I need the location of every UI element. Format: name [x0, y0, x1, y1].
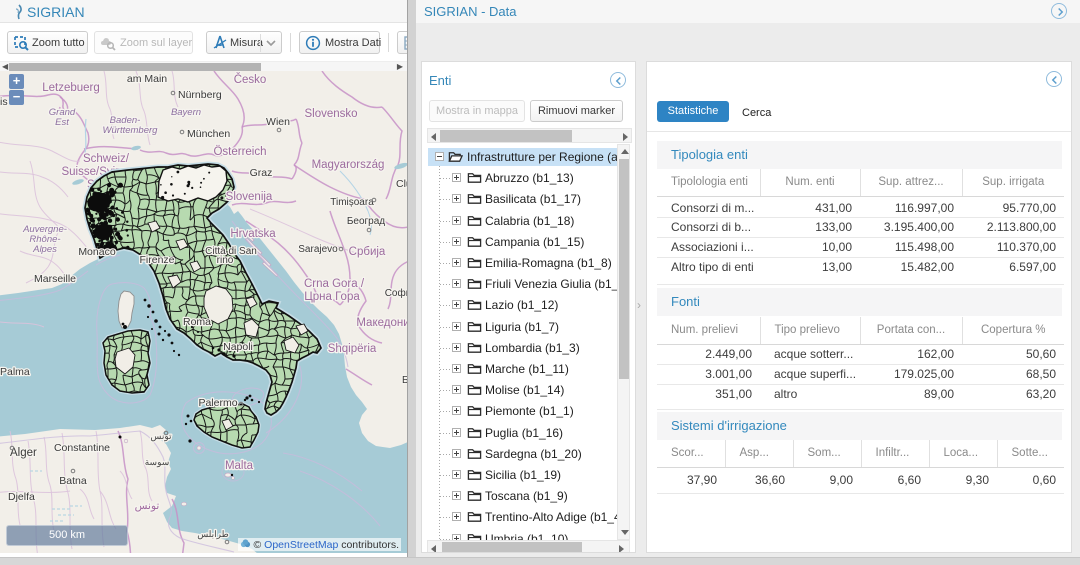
svg-text:rino: rino: [217, 255, 234, 266]
svg-text:Malta: Malta: [225, 460, 254, 472]
svg-text:Wien: Wien: [266, 116, 290, 128]
svg-text:Česko: Česko: [234, 73, 267, 86]
svg-text:Hrvatska: Hrvatska: [230, 228, 276, 240]
svg-text:Cluj-N: Cluj-N: [396, 178, 407, 190]
svg-text:Österreich: Österreich: [213, 146, 266, 158]
svg-text:Firenze: Firenze: [139, 254, 174, 266]
svg-text:Timișoara: Timișoara: [330, 197, 374, 208]
svg-text:Slovenija: Slovenija: [226, 191, 273, 203]
svg-text:Crna Gora /: Crna Gora /: [304, 278, 365, 290]
svg-text:سوسة: سوسة: [145, 457, 170, 468]
svg-text:Magyarország: Magyarország: [312, 159, 385, 171]
svg-text:Est: Est: [55, 117, 69, 128]
svg-text:Софи: Софи: [385, 287, 407, 299]
svg-text:Roma: Roma: [183, 316, 211, 328]
svg-text:Monaco: Monaco: [78, 246, 116, 258]
svg-text:تونس: تونس: [135, 500, 160, 512]
svg-text:Württemberg: Württemberg: [103, 125, 159, 136]
svg-text:Palma: Palma: [0, 366, 30, 378]
svg-text:Schweiz/: Schweiz/: [83, 153, 130, 165]
svg-text:Graz: Graz: [250, 167, 273, 179]
svg-text:Constantine: Constantine: [54, 442, 110, 454]
svg-text:Београд: Београд: [347, 216, 385, 227]
svg-text:Batna: Batna: [59, 475, 87, 487]
svg-text:Letzebuerg: Letzebuerg: [42, 82, 100, 94]
svg-text:Bayern: Bayern: [171, 107, 201, 118]
svg-text:am Main: am Main: [127, 73, 167, 85]
svg-text:Napoli: Napoli: [223, 341, 253, 353]
svg-text:is: is: [0, 96, 8, 108]
svg-text:Србија: Србија: [349, 246, 386, 258]
svg-text:Sarajevo: Sarajevo: [298, 244, 338, 255]
svg-text:Djelfa: Djelfa: [8, 491, 35, 503]
svg-text:Nürnberg: Nürnberg: [178, 89, 222, 101]
svg-text:Shqipëria: Shqipëria: [328, 343, 377, 355]
svg-text:Marseille: Marseille: [34, 273, 76, 285]
svg-text:Alpes: Alpes: [32, 244, 57, 255]
svg-text:München: München: [187, 128, 230, 140]
svg-text:تونس: تونس: [150, 431, 172, 442]
svg-text:Црна Гора: Црна Гора: [304, 291, 360, 303]
svg-text:طرابلس: طرابلس: [197, 529, 229, 540]
svg-text:Slovensko: Slovensko: [304, 108, 357, 120]
svg-text:Palermo: Palermo: [198, 397, 237, 409]
svg-text:Македони: Македони: [356, 317, 407, 329]
